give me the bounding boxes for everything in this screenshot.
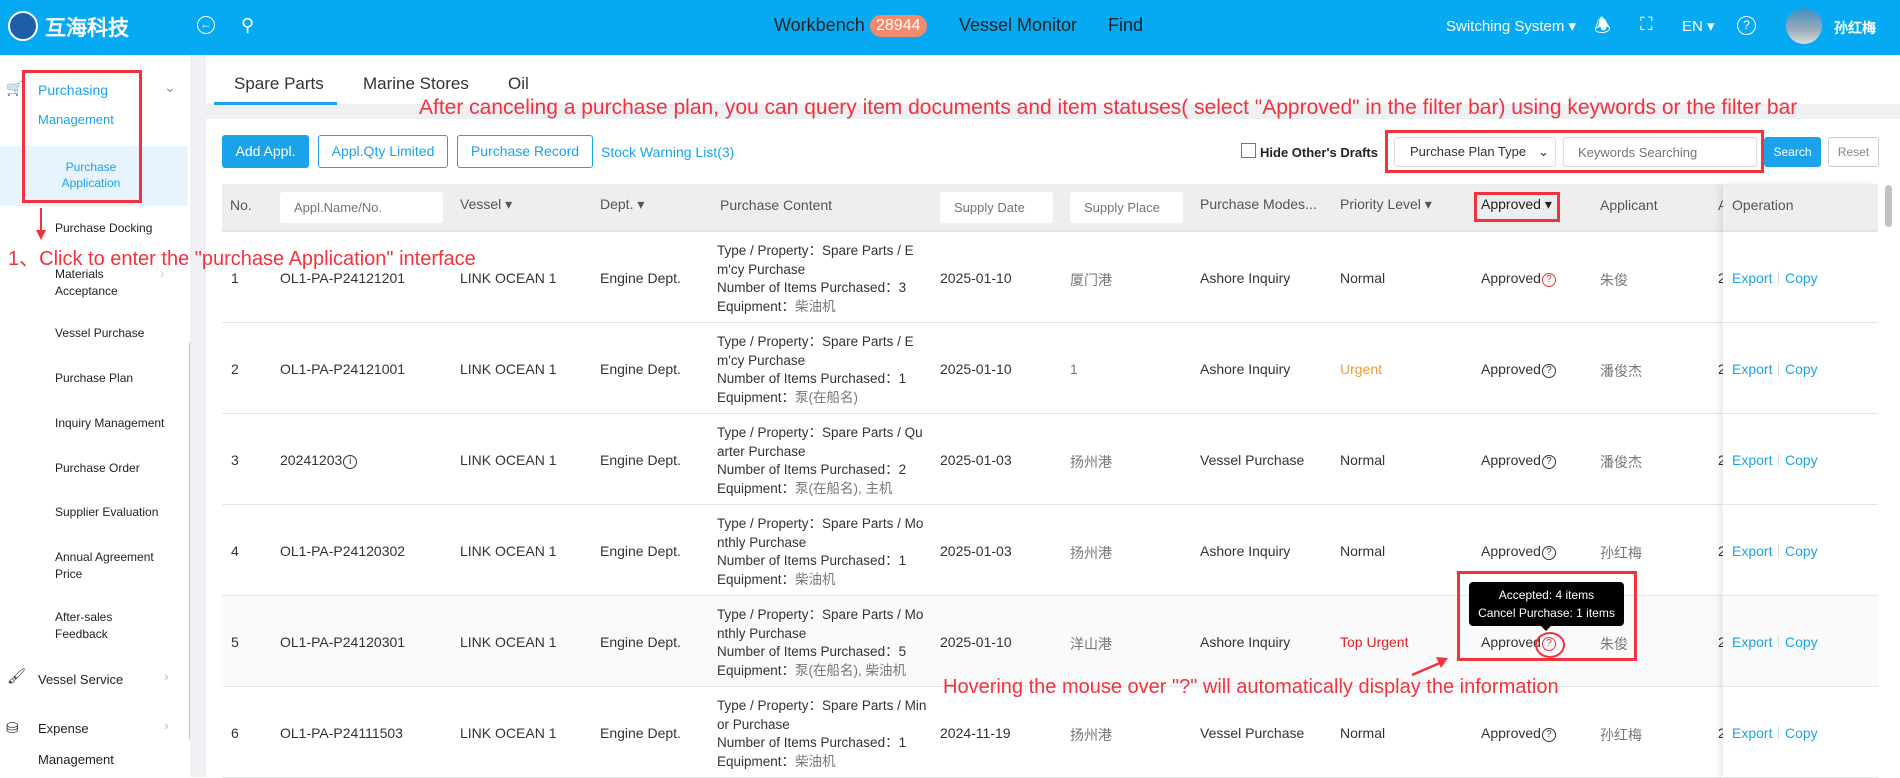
arrow-diag-head	[1436, 657, 1448, 668]
arrow-diag-line	[1411, 661, 1441, 677]
arrow-down-head	[36, 230, 46, 240]
arrow-annotations	[36, 208, 1448, 677]
